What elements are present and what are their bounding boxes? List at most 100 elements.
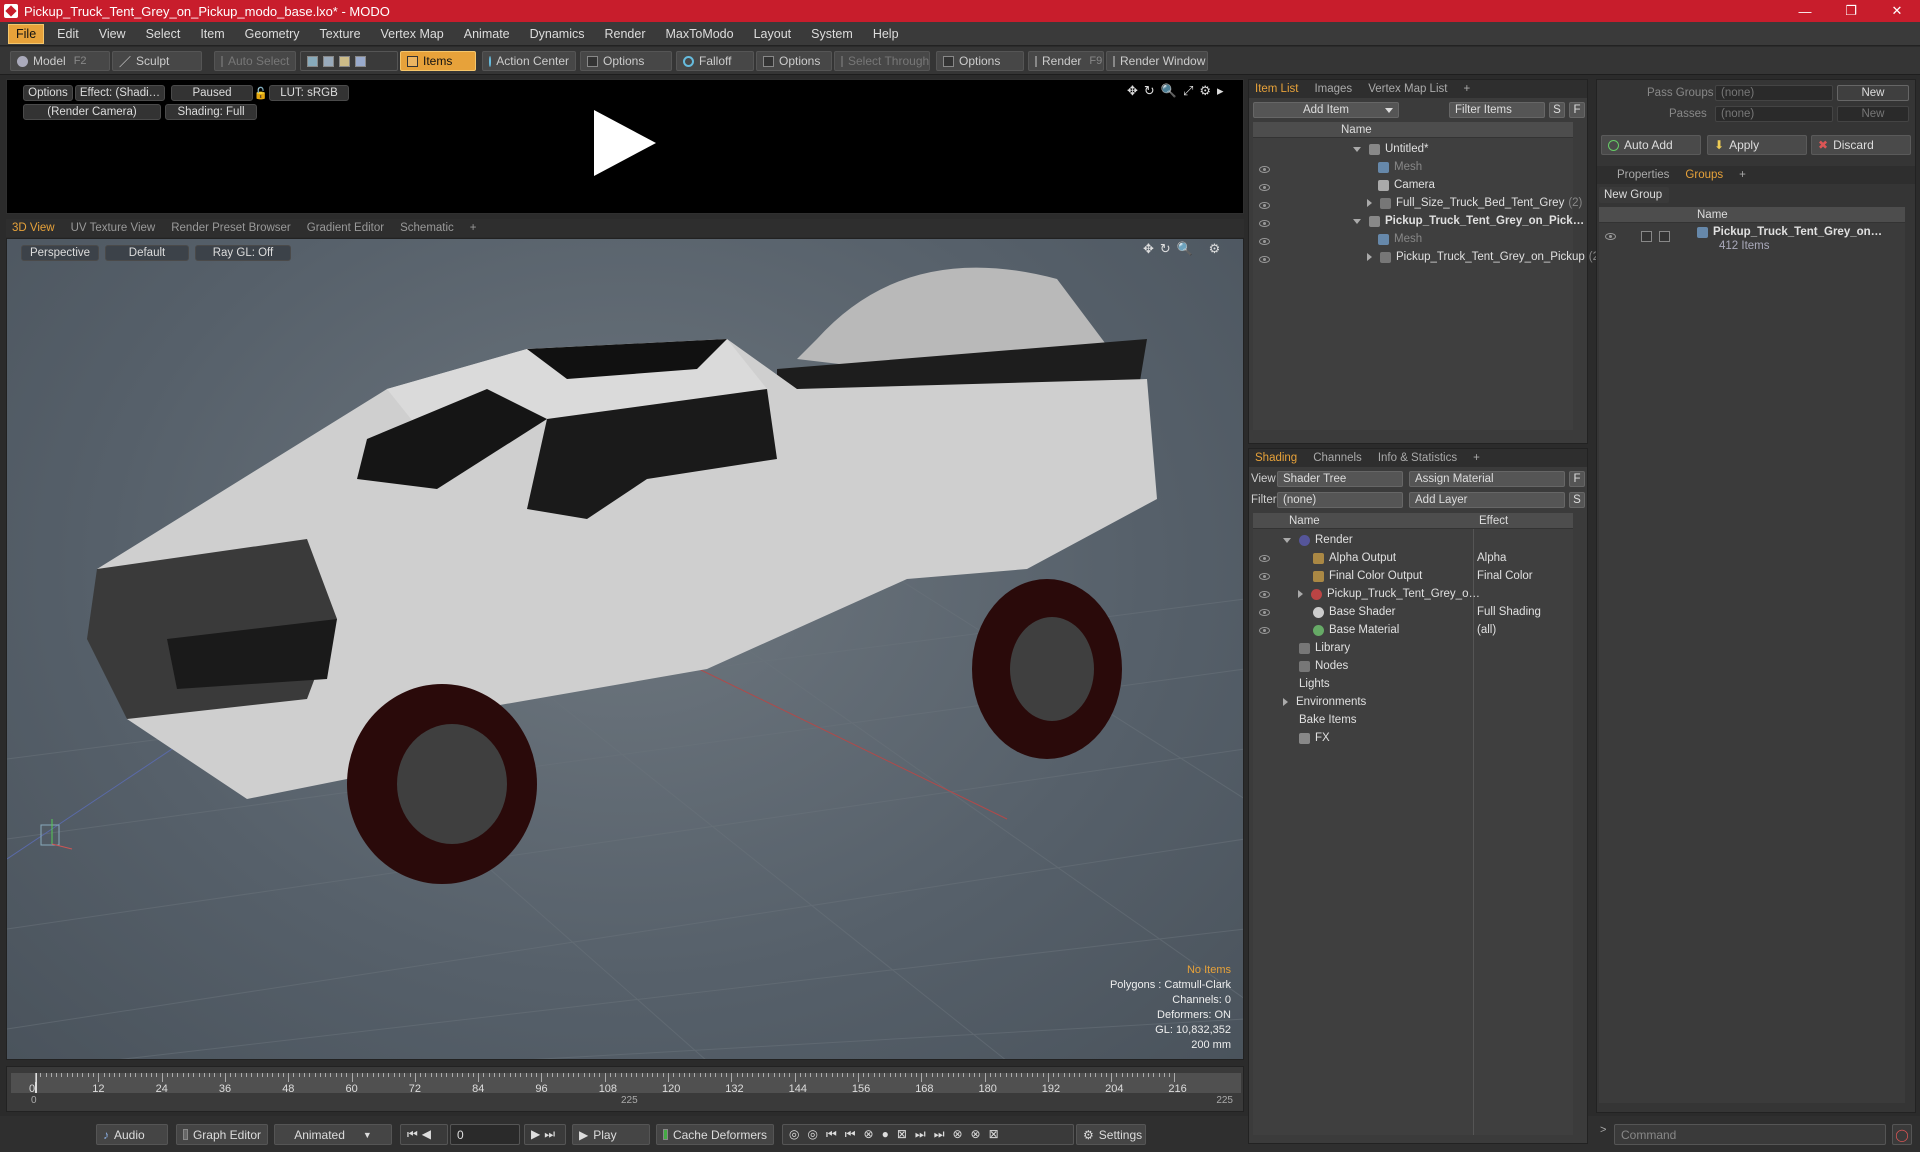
- menu-layout[interactable]: Layout: [747, 25, 799, 43]
- menu-texture[interactable]: Texture: [313, 25, 368, 43]
- apply-button[interactable]: ⬇ Apply: [1707, 135, 1807, 155]
- visibility-eye-icon[interactable]: [1259, 238, 1270, 245]
- sculpt-mode-button[interactable]: ／ Sculpt: [112, 51, 202, 71]
- shader-effect-final-color[interactable]: Final Color: [1477, 567, 1533, 585]
- select-through-options-button[interactable]: Options: [936, 51, 1024, 71]
- edges-mode-icon[interactable]: [323, 55, 334, 67]
- select-checkbox[interactable]: [1659, 231, 1670, 242]
- action-center-options-button[interactable]: Options: [580, 51, 672, 71]
- tab-channels[interactable]: Channels: [1307, 450, 1368, 466]
- select-through-button[interactable]: Select Through: [834, 51, 930, 71]
- shader-row-fx[interactable]: FX: [1299, 729, 1330, 747]
- materials-mode-icon[interactable]: [355, 55, 366, 67]
- tab-item-list[interactable]: Item List: [1249, 81, 1304, 97]
- tab-properties[interactable]: Properties: [1611, 167, 1675, 183]
- shader-row-alpha-output[interactable]: Alpha Output: [1313, 549, 1396, 567]
- menu-system[interactable]: System: [804, 25, 860, 43]
- add-item-dropdown[interactable]: Add Item: [1253, 102, 1399, 118]
- menu-help[interactable]: Help: [866, 25, 906, 43]
- menu-render[interactable]: Render: [598, 25, 653, 43]
- 3d-viewport[interactable]: Perspective Default Ray GL: Off ✥↻🔍 ⚙ No…: [6, 238, 1244, 1060]
- paused-toggle[interactable]: Paused: [171, 85, 253, 101]
- filter-items-input[interactable]: Filter Items: [1449, 102, 1545, 118]
- assign-material-dropdown[interactable]: Assign Material: [1409, 471, 1565, 487]
- skip-back-buttons[interactable]: ⏮◀: [400, 1124, 448, 1145]
- tree-row-pickup-group[interactable]: Pickup_Truck_Tent_Grey_on_Pickup(2): [1367, 248, 1603, 266]
- action-center-button[interactable]: Action Center: [482, 51, 576, 71]
- add-tab-button[interactable]: +: [464, 220, 483, 236]
- menu-dynamics[interactable]: Dynamics: [523, 25, 592, 43]
- visibility-eye-icon[interactable]: [1259, 256, 1270, 263]
- visibility-eye-icon[interactable]: [1259, 609, 1270, 616]
- visibility-eye-icon[interactable]: [1259, 591, 1270, 598]
- visibility-eye-icon[interactable]: [1259, 220, 1270, 227]
- shader-row-render[interactable]: Render: [1283, 531, 1353, 549]
- frame-input[interactable]: 0: [450, 1124, 520, 1145]
- shader-effect-alpha[interactable]: Alpha: [1477, 549, 1506, 567]
- tab-schematic[interactable]: Schematic: [394, 220, 460, 236]
- visibility-eye-icon[interactable]: [1259, 166, 1270, 173]
- auto-select-button[interactable]: Auto Select: [214, 51, 296, 71]
- new-pass-button[interactable]: New: [1837, 106, 1909, 122]
- shader-row-lights[interactable]: Lights: [1299, 675, 1330, 693]
- tab-info-statistics[interactable]: Info & Statistics: [1372, 450, 1463, 466]
- expand-icon[interactable]: [1298, 590, 1303, 598]
- menu-edit[interactable]: Edit: [50, 25, 86, 43]
- shader-row-library[interactable]: Library: [1299, 639, 1350, 657]
- expand-icon[interactable]: [1353, 146, 1361, 152]
- raygl-dropdown[interactable]: Ray GL: Off: [195, 245, 291, 261]
- new-pass-group-button[interactable]: New: [1837, 85, 1909, 101]
- viewport-nav-icons[interactable]: ✥↻🔍 ⚙: [1143, 241, 1226, 257]
- vertices-mode-icon[interactable]: [307, 55, 318, 67]
- filter-f-button[interactable]: F: [1569, 102, 1585, 118]
- audio-button[interactable]: ♪ Audio: [96, 1124, 168, 1145]
- tab-images[interactable]: Images: [1308, 81, 1358, 97]
- menu-geometry[interactable]: Geometry: [238, 25, 307, 43]
- command-input[interactable]: Command: [1614, 1124, 1886, 1145]
- effect-dropdown[interactable]: Effect: (Shadi…: [75, 85, 165, 101]
- shader-row-pickup-material[interactable]: Pickup_Truck_Tent_Grey_o…: [1298, 585, 1480, 603]
- render-window-button[interactable]: Render Window: [1106, 51, 1208, 71]
- record-icon[interactable]: ◯: [1892, 1124, 1912, 1145]
- lock-checkbox[interactable]: [1641, 231, 1652, 242]
- preview-nav-icons[interactable]: ✥↻🔍⤢⚙▸: [1127, 83, 1230, 99]
- discard-button[interactable]: ✖ Discard: [1811, 135, 1911, 155]
- key-tools-icons[interactable]: ◎◎⏮⏮⊗●⊠⏭⏭⊗⊗⊠: [782, 1124, 1074, 1145]
- graph-editor-button[interactable]: Graph Editor: [176, 1124, 268, 1145]
- tree-row-mesh-2[interactable]: Mesh: [1378, 230, 1422, 248]
- tab-groups[interactable]: Groups: [1679, 167, 1729, 183]
- visibility-eye-icon[interactable]: [1259, 573, 1270, 580]
- view-dropdown[interactable]: Shader Tree: [1277, 471, 1403, 487]
- lock-icon[interactable]: 🔓: [255, 85, 267, 101]
- add-tab-button[interactable]: +: [1467, 450, 1486, 466]
- preview-options-button[interactable]: Options: [23, 85, 73, 101]
- timeline-ruler[interactable]: 0 12 24 36 48 60 72 84 96 108 120 132 144 156 168 180 19…: [11, 1073, 1241, 1095]
- add-layer-dropdown[interactable]: Add Layer: [1409, 492, 1565, 508]
- cache-deformers-button[interactable]: Cache Deformers: [656, 1124, 774, 1145]
- visibility-eye-icon[interactable]: [1605, 233, 1616, 240]
- shader-row-final-color[interactable]: Final Color Output: [1313, 567, 1422, 585]
- tree-row-untitled[interactable]: Untitled*: [1353, 140, 1428, 158]
- menu-select[interactable]: Select: [139, 25, 188, 43]
- menu-vertex-map[interactable]: Vertex Map: [374, 25, 451, 43]
- skip-forward-buttons[interactable]: ▶⏭: [524, 1124, 566, 1145]
- shading-f-button[interactable]: F: [1569, 471, 1585, 487]
- visibility-eye-icon[interactable]: [1259, 202, 1270, 209]
- shader-effect-base-shader[interactable]: Full Shading: [1477, 603, 1541, 621]
- expand-icon[interactable]: [1367, 199, 1372, 207]
- expand-icon[interactable]: [1283, 537, 1291, 543]
- tab-vertex-map-list[interactable]: Vertex Map List: [1362, 81, 1453, 97]
- expand-icon[interactable]: [1353, 218, 1361, 224]
- shader-effect-base-material[interactable]: (all): [1477, 621, 1496, 639]
- expand-icon[interactable]: [1367, 253, 1372, 261]
- shading-style-dropdown[interactable]: Default: [105, 245, 189, 261]
- play-icon[interactable]: [594, 110, 656, 176]
- tab-gradient-editor[interactable]: Gradient Editor: [301, 220, 390, 236]
- model-mode-button[interactable]: Model F2: [10, 51, 110, 71]
- add-tab-button[interactable]: +: [1457, 81, 1476, 97]
- expand-icon[interactable]: [1283, 698, 1288, 706]
- shader-row-bake-items[interactable]: Bake Items: [1299, 711, 1357, 729]
- render-camera-dropdown[interactable]: (Render Camera): [23, 104, 161, 120]
- visibility-eye-icon[interactable]: [1259, 627, 1270, 634]
- shader-row-nodes[interactable]: Nodes: [1299, 657, 1348, 675]
